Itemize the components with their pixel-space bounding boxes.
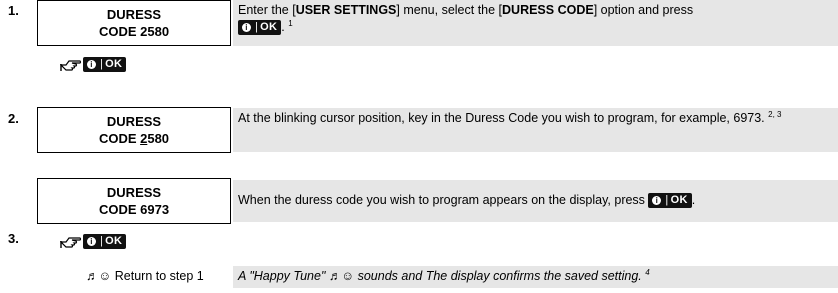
lcd-display-1: DURESS CODE 2580 (37, 0, 231, 46)
return-to-step-label: ♬☺ Return to step 1 (86, 269, 204, 283)
lcd-line-1: DURESS (106, 114, 162, 129)
footnote-ref: 1 (288, 18, 293, 28)
ok-key-icon: i | OK (238, 20, 282, 36)
lcd-line-2: CODE 6973 (98, 202, 170, 217)
step-number-2: 2. (8, 111, 19, 126)
lcd-line-1: DURESS (106, 185, 162, 200)
step-number-1: 1. (8, 3, 19, 18)
lcd-display-3: DURESS CODE 6973 (37, 178, 231, 224)
footnote-ref: 4 (645, 267, 650, 277)
smiley-icon: ☺ (98, 269, 112, 283)
ok-key-icon: i | OK (648, 193, 692, 209)
ok-key-icon: i | OK (83, 56, 127, 72)
step-number-3: 3. (8, 231, 19, 246)
instruction-step-1: Enter the [USER SETTINGS] menu, select t… (238, 3, 694, 36)
music-note-icon: ♬ (86, 269, 99, 283)
lcd-line-2: CODE 2580 (98, 131, 170, 146)
lcd-line-1: DURESS (106, 7, 162, 22)
instruction-step-3: When the duress code you wish to program… (238, 193, 696, 209)
ok-key-icon: i | OK (83, 233, 127, 249)
confirmation-text: A "Happy Tune" ♬☺ sounds and The display… (238, 267, 650, 283)
footnote-ref: 2, 3 (768, 109, 782, 119)
pointing-hand-icon (60, 237, 82, 248)
press-ok-instruction-3: i | OK (60, 233, 127, 249)
instruction-step-2: At the blinking cursor position, key in … (238, 109, 782, 125)
press-ok-instruction-1: i | OK (60, 56, 127, 72)
pointing-hand-icon (60, 60, 82, 71)
lcd-line-2: CODE 2580 (98, 24, 170, 39)
lcd-display-2: DURESS CODE 2580 (37, 107, 231, 153)
